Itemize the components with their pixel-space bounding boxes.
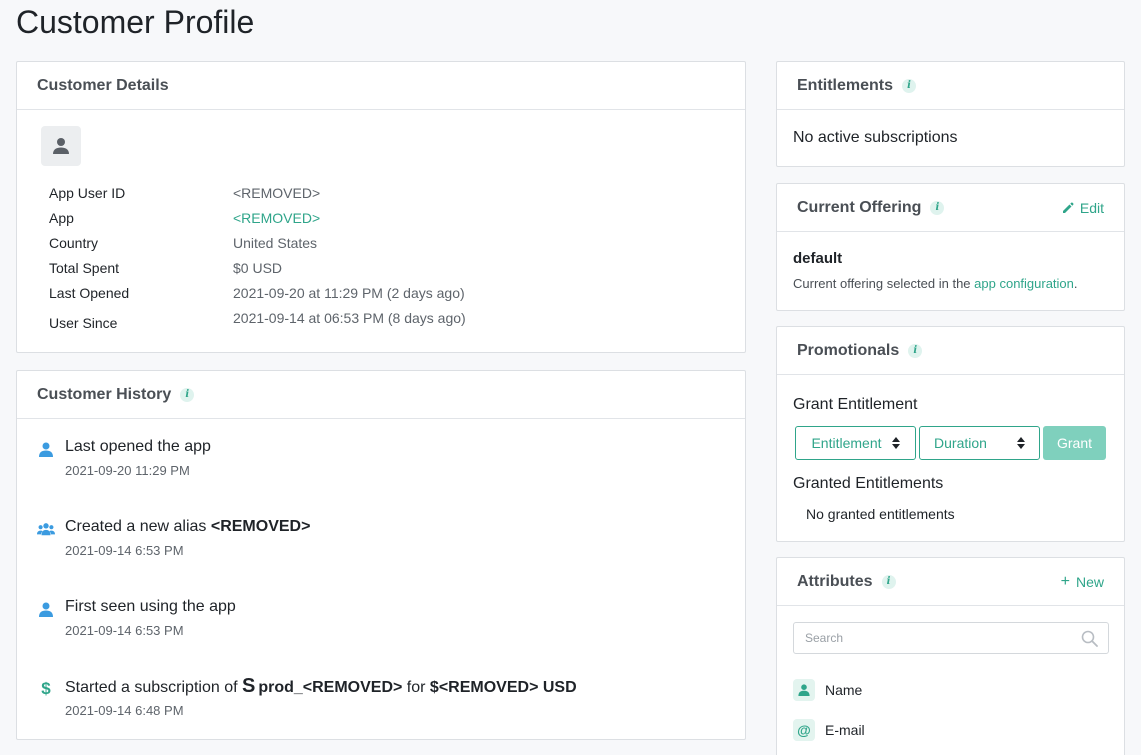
edit-offering-button[interactable]: Edit <box>1062 200 1104 216</box>
entitlement-select-value: Entitlement <box>811 435 882 451</box>
sort-arrows-icon <box>891 437 900 449</box>
detail-label: Last Opened <box>49 285 130 301</box>
users-icon <box>37 520 55 538</box>
detail-label: Total Spent <box>49 260 120 276</box>
attribute-label: Name <box>825 682 863 698</box>
history-event-time: 2021-09-14 6:48 PM <box>65 703 184 718</box>
app-link[interactable]: <REMOVED> <box>233 209 320 227</box>
history-event-text: Started a subscription of Sprod_<REMOVED… <box>65 675 577 697</box>
detail-value: United States <box>233 235 318 251</box>
current-offering-header: Current Offering i Edit <box>777 184 1124 232</box>
customer-details-card: Customer Details App User ID <REMOVED> A… <box>16 61 746 353</box>
history-event-time: 2021-09-14 6:53 PM <box>65 543 184 558</box>
info-icon[interactable]: i <box>908 343 923 358</box>
history-event-text: Created a new alias <REMOVED> <box>65 518 310 536</box>
attributes-title: Attributes <box>797 572 873 590</box>
entitlements-header: Entitlements i <box>777 62 1124 110</box>
grant-button[interactable]: Grant <box>1043 426 1106 460</box>
entitlements-empty-text: No active subscriptions <box>793 129 958 146</box>
current-offering-card: Current Offering i Edit default Current … <box>776 183 1125 311</box>
amount: $<REMOVED> USD <box>429 679 577 696</box>
entitlements-card: Entitlements i No active subscriptions <box>776 61 1125 167</box>
at-icon: @ <box>793 719 815 741</box>
offering-desc-pre: Current offering selected in the <box>793 276 975 291</box>
attribute-item-email[interactable]: @ E-mail <box>793 719 865 741</box>
history-event-text-main: Created a new alias <box>65 518 211 535</box>
history-event-time: 2021-09-20 11:29 PM <box>65 463 190 478</box>
person-icon <box>793 679 815 701</box>
promotionals-title: Promotionals <box>797 341 900 359</box>
granted-entitlements-empty: No granted entitlements <box>806 506 955 522</box>
info-icon[interactable]: i <box>881 574 896 589</box>
new-attribute-button[interactable]: + New <box>1061 573 1104 591</box>
detail-value: $0 USD <box>233 260 283 276</box>
page-title: Customer Profile <box>16 4 255 40</box>
stripe-icon: S <box>241 675 256 697</box>
edit-label: Edit <box>1079 199 1104 216</box>
person-icon <box>37 440 55 458</box>
detail-label: User Since <box>49 315 118 331</box>
attributes-header: Attributes i + New <box>777 558 1124 606</box>
attributes-card: Attributes i + New Name @ E-mail <box>776 557 1125 755</box>
new-label: New <box>1075 573 1104 590</box>
attribute-item-name[interactable]: Name <box>793 679 862 701</box>
avatar <box>41 126 81 166</box>
search-icon[interactable] <box>1081 630 1098 647</box>
duration-select[interactable]: Duration <box>919 426 1040 460</box>
attribute-label: E-mail <box>825 722 865 738</box>
detail-value: 2021-09-20 at 11:29 PM (2 days ago) <box>233 285 465 301</box>
promotionals-header: Promotionals i <box>777 327 1124 375</box>
dollar-icon: $ <box>41 679 51 698</box>
customer-history-card: Customer History i Last opened the app 2… <box>16 370 746 740</box>
search-input[interactable] <box>794 623 1064 653</box>
offering-desc-post: . <box>1073 276 1078 291</box>
detail-label: Country <box>49 235 99 251</box>
grant-entitlement-heading: Grant Entitlement <box>793 396 918 413</box>
info-icon[interactable]: i <box>180 387 195 402</box>
current-offering-title: Current Offering <box>797 198 922 216</box>
detail-label: App <box>49 210 74 226</box>
entitlement-select[interactable]: Entitlement <box>795 426 916 460</box>
plus-icon: + <box>1060 572 1070 590</box>
sort-arrows-icon <box>1016 437 1025 449</box>
alias-id: <REMOVED> <box>210 518 311 535</box>
granted-entitlements-heading: Granted Entitlements <box>793 475 944 492</box>
history-event-text: Last opened the app <box>65 438 211 455</box>
avatar-person-icon <box>53 138 69 154</box>
person-icon <box>37 600 55 618</box>
info-icon[interactable]: i <box>930 200 945 215</box>
customer-history-title: Customer History <box>37 385 172 403</box>
history-event-text-mid: for <box>402 679 430 696</box>
detail-value: <REMOVED> <box>233 185 321 201</box>
customer-history-header: Customer History i <box>17 371 745 419</box>
attribute-search <box>793 622 1109 654</box>
app-configuration-link[interactable]: app configuration <box>974 276 1074 291</box>
product-id: prod_<REMOVED> <box>258 679 403 696</box>
offering-name: default <box>793 250 843 267</box>
detail-value: 2021-09-14 at 06:53 PM (8 days ago) <box>233 310 466 326</box>
customer-details-title: Customer Details <box>37 76 169 94</box>
history-event-time: 2021-09-14 6:53 PM <box>65 623 184 638</box>
history-event-text-pre: Started a subscription of <box>65 679 242 696</box>
offering-description: Current offering selected in the app con… <box>793 276 1078 291</box>
customer-details-header: Customer Details <box>17 62 745 110</box>
history-event-text: First seen using the app <box>65 598 236 615</box>
pencil-icon <box>1062 202 1074 213</box>
duration-select-value: Duration <box>934 435 987 451</box>
promotionals-card: Promotionals i Grant Entitlement Entitle… <box>776 326 1125 542</box>
info-icon[interactable]: i <box>902 78 917 93</box>
detail-label: App User ID <box>49 185 126 201</box>
entitlements-title: Entitlements <box>797 76 894 94</box>
